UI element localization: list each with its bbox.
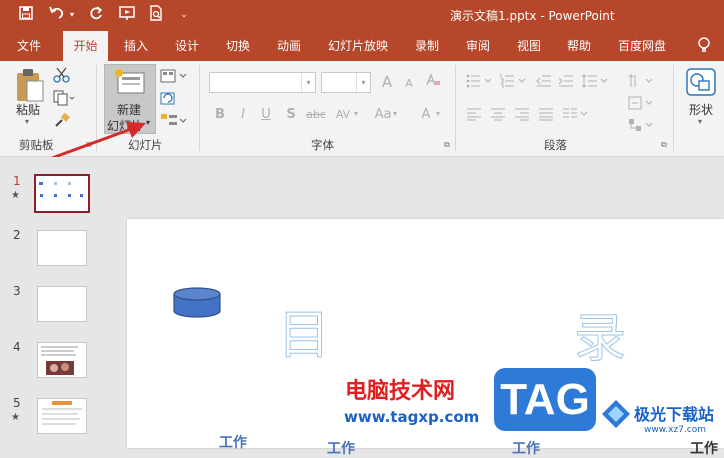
justify-icon[interactable] (538, 107, 554, 124)
slide-thumbnail-2[interactable] (37, 230, 87, 266)
character-spacing-button[interactable]: AV (332, 106, 354, 124)
font-launcher-icon[interactable]: ⧉ (444, 140, 450, 150)
paste-icon[interactable] (14, 67, 46, 103)
case-dropdown-icon[interactable]: ▾ (393, 109, 397, 118)
tab-baidu-netdisk[interactable]: 百度网盘 (618, 31, 666, 61)
new-slide-icon (114, 68, 146, 99)
cut-icon[interactable] (53, 67, 71, 86)
watermark-brand: 电脑技术网 (345, 379, 456, 404)
slide-number-3: 3 (13, 284, 21, 298)
watermark-tag-logo: TAG (494, 368, 596, 431)
increase-indent-icon[interactable] (558, 73, 574, 92)
redo-icon[interactable] (86, 5, 106, 25)
tab-help[interactable]: 帮助 (567, 31, 591, 61)
tab-view[interactable]: 视图 (517, 31, 541, 61)
lightbulb-icon[interactable] (694, 31, 714, 61)
shapes-icon[interactable] (685, 67, 717, 100)
spacing-dropdown-icon[interactable]: ▾ (354, 109, 358, 118)
slide-number-2: 2 (13, 228, 21, 242)
watermark-site2-url: www.xz7.com (644, 425, 706, 435)
decrease-font-size-button[interactable]: A (398, 75, 420, 93)
bold-button[interactable]: B (209, 106, 231, 124)
align-right-icon[interactable] (514, 107, 530, 124)
slide-number-1: 1 (13, 174, 21, 188)
bullets-icon[interactable] (466, 73, 496, 92)
align-center-icon[interactable] (490, 107, 506, 124)
print-preview-icon[interactable] (146, 5, 166, 25)
line-spacing-icon[interactable] (581, 73, 610, 92)
watermark-url: www.tagxp.com (344, 408, 480, 426)
group-separator (455, 65, 456, 151)
start-from-beginning-icon[interactable] (116, 5, 138, 25)
shapes-button[interactable]: 形状 (689, 101, 713, 118)
strikethrough-button[interactable]: abc (305, 106, 327, 124)
numbering-icon[interactable] (500, 73, 530, 92)
paste-button[interactable]: 粘贴 (16, 101, 40, 118)
group-label-paragraph: 段落 (544, 138, 567, 152)
slide-number-4: 4 (13, 340, 21, 354)
shapes-dropdown-icon[interactable]: ▾ (698, 117, 702, 126)
slide-number-5: 5 (13, 396, 21, 410)
tab-design[interactable]: 设计 (175, 31, 199, 61)
italic-button[interactable]: I (232, 106, 254, 124)
save-icon[interactable] (16, 5, 36, 25)
clear-formatting-icon[interactable] (422, 73, 444, 91)
font-color-button[interactable]: A (415, 106, 437, 124)
tab-insert[interactable]: 插入 (124, 31, 148, 61)
tab-animations[interactable]: 动画 (277, 31, 301, 61)
tab-review[interactable]: 审阅 (466, 31, 490, 61)
columns-icon[interactable] (562, 107, 590, 124)
section-icon[interactable] (160, 113, 188, 132)
slide-heading-left[interactable]: 目 (277, 293, 330, 368)
slide-thumbnail-5[interactable] (37, 398, 87, 434)
ribbon-tabs: 文件 开始 插入 设计 切换 动画 幻灯片放映 录制 审阅 视图 帮助 百度网盘 (0, 31, 724, 61)
animation-star-icon: ★ (11, 412, 20, 423)
slide-bottom-word: 工作 (512, 441, 540, 457)
font-family-combo[interactable]: ▾ (209, 72, 316, 93)
group-separator (673, 65, 674, 151)
text-shadow-button[interactable]: S (280, 106, 302, 124)
new-slide-label-top: 新建 (117, 103, 142, 117)
slide-thumbnail-1[interactable] (34, 174, 90, 213)
slide-bottom-word: 工作 (219, 435, 247, 451)
copy-icon[interactable] (53, 90, 75, 109)
align-left-icon[interactable] (466, 107, 482, 124)
slide-heading-right[interactable]: 录 (573, 296, 626, 371)
group-separator (199, 65, 200, 151)
customize-toolbar-icon[interactable]: ⌄ (178, 5, 190, 25)
slide-thumbnail-3[interactable] (37, 286, 87, 322)
decrease-indent-icon[interactable] (536, 73, 552, 92)
title-bar: ▾ ⌄ 演示文稿1.pptx - PowerPoint (0, 0, 724, 31)
font-size-combo[interactable]: ▾ (321, 72, 371, 93)
tab-file[interactable]: 文件 (17, 31, 41, 61)
layout-icon[interactable] (160, 69, 188, 86)
tab-slideshow[interactable]: 幻灯片放映 (328, 31, 388, 61)
align-text-icon[interactable] (628, 95, 656, 114)
tab-record[interactable]: 录制 (415, 31, 439, 61)
font-color-dropdown-icon[interactable]: ▾ (436, 109, 440, 118)
undo-icon[interactable] (46, 5, 68, 25)
watermark-site2: 极光下载站 (634, 405, 715, 424)
paste-dropdown-icon[interactable]: ▾ (25, 117, 29, 126)
window-title: 演示文稿1.pptx - PowerPoint (450, 9, 615, 23)
paragraph-launcher-icon[interactable]: ⧉ (661, 140, 667, 150)
tab-home[interactable]: 开始 (63, 31, 108, 61)
reset-icon[interactable] (160, 90, 176, 109)
smartart-icon[interactable] (628, 117, 656, 136)
cylinder-shape[interactable] (172, 287, 222, 319)
undo-dropdown-icon[interactable]: ▾ (67, 5, 77, 25)
increase-font-size-button[interactable]: A (376, 73, 398, 91)
group-label-font: 字体 (311, 138, 334, 152)
slide-thumbnail-4[interactable] (37, 342, 87, 378)
animation-star-icon: ★ (11, 190, 20, 201)
aurora-logo-icon (602, 400, 630, 428)
change-case-button[interactable]: Aa (372, 106, 394, 124)
tab-transitions[interactable]: 切换 (226, 31, 250, 61)
slide-bottom-word: 工作 (690, 441, 718, 457)
slide-bottom-word: 工作 (327, 441, 355, 457)
text-direction-icon[interactable] (628, 73, 656, 92)
underline-button[interactable]: U (255, 106, 277, 124)
